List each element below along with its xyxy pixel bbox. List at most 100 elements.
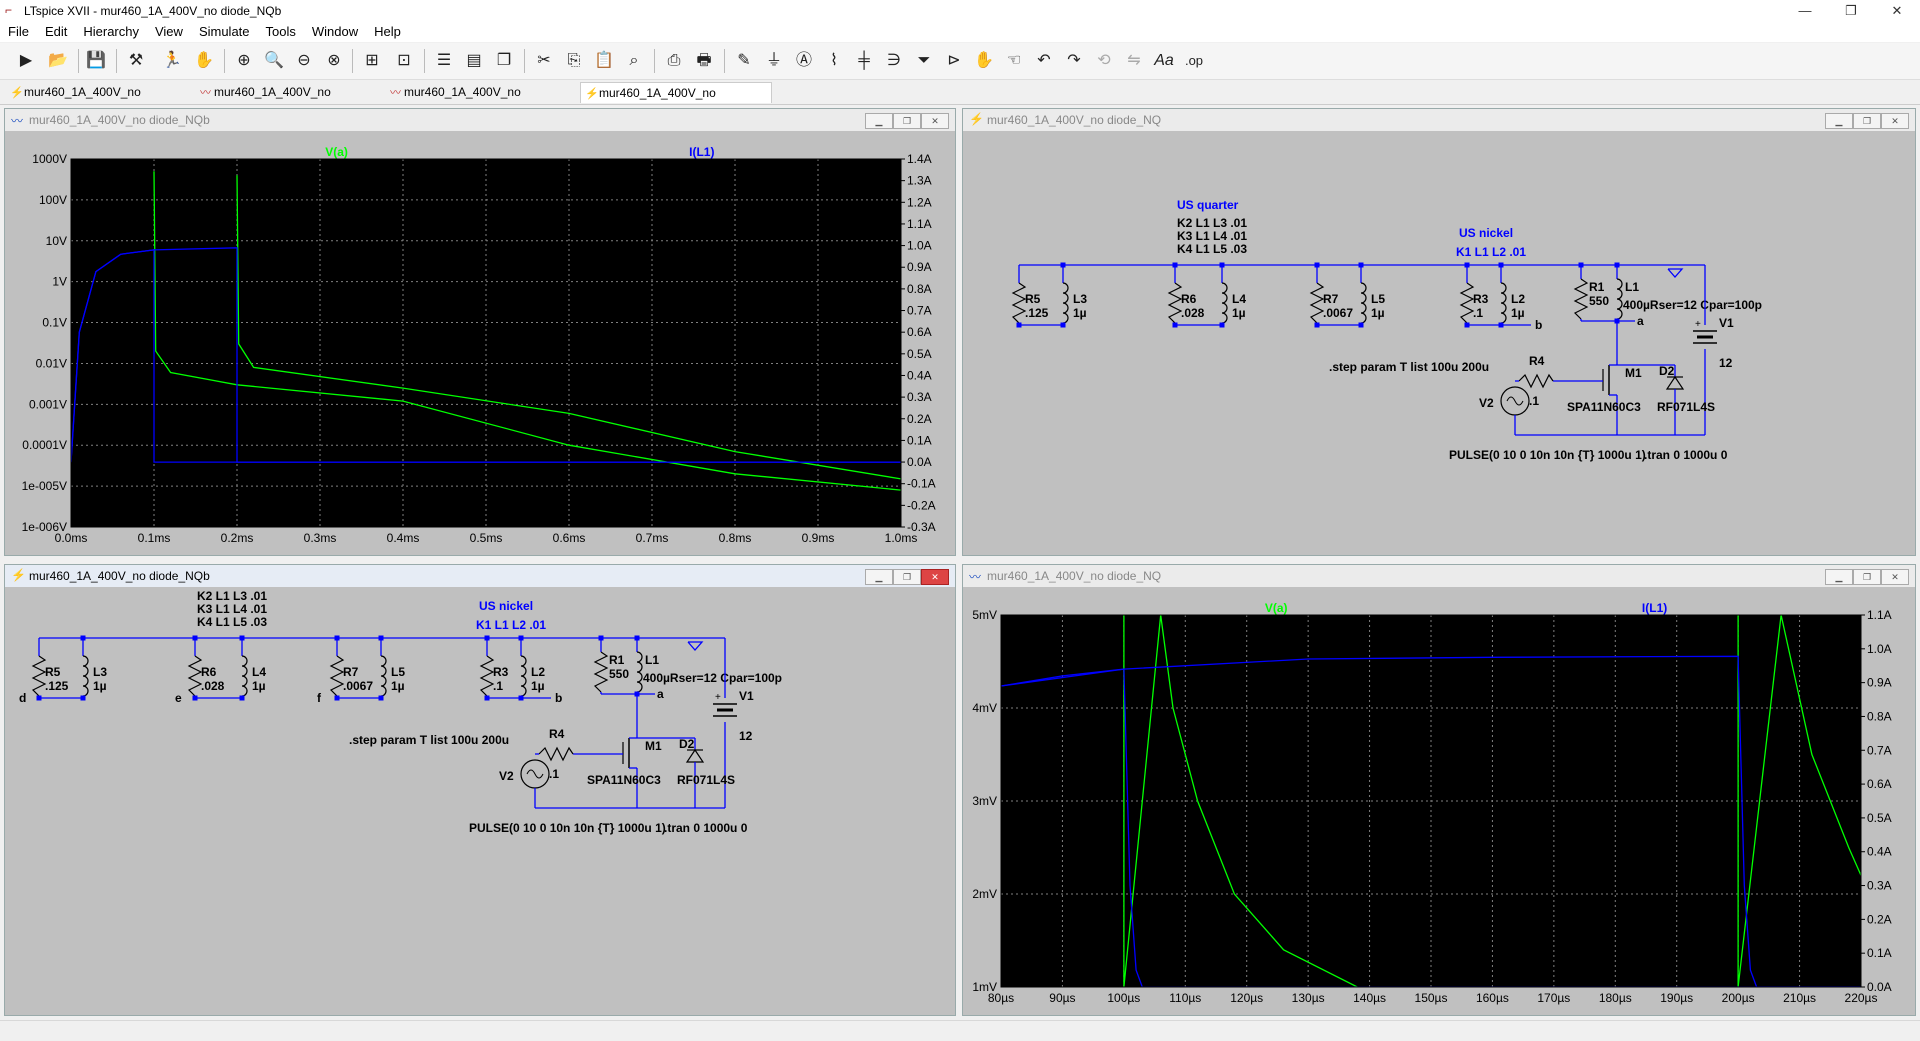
inductor-icon[interactable]: ∋	[882, 49, 906, 73]
window-caption: 〰 mur460_1A_400V_no diode_NQb ▁ ❐ ✕	[5, 109, 955, 131]
window-close-button[interactable]: ✕	[1881, 113, 1909, 129]
waveform-plot-area[interactable]: 0.0ms 0.1ms 0.2ms 0.3ms 0.4ms 0.5ms 0.6ms 0.7ms…	[9, 133, 953, 553]
inductor-value: 1µ	[1371, 306, 1385, 320]
print-setup-icon[interactable]: 🖶	[692, 49, 716, 73]
window-minimize-button[interactable]: ▁	[1825, 113, 1853, 129]
undo-icon[interactable]: ↶	[1032, 49, 1056, 73]
diode-icon[interactable]: ⏷	[912, 49, 936, 73]
inductor-value: 400µRser=12 Cpar=100p	[1623, 298, 1762, 312]
rotate-icon[interactable]: ⟲	[1092, 49, 1116, 73]
copy-icon[interactable]: ⎘	[562, 49, 586, 73]
menu-edit[interactable]: Edit	[37, 22, 75, 39]
schematic-drawing-2[interactable]: US quarterK2 L1 L3 .01K3 L1 L4 .01K4 L1 …	[9, 589, 953, 1013]
open-schematic-icon[interactable]: ▶	[14, 49, 38, 73]
right-tick-label: 0.8A	[907, 282, 932, 296]
right-tick-label: -0.3A	[907, 520, 936, 534]
inductor-label: L2	[1511, 292, 1525, 306]
window-restore-button[interactable]: ❐	[893, 113, 921, 129]
menu-simulate[interactable]: Simulate	[191, 22, 258, 39]
tab-waveform-nq[interactable]: 〰mur460_1A_400V_no diode_NQ	[196, 82, 386, 120]
window-minimize-button[interactable]: ▁	[1825, 569, 1853, 585]
inductor-label: L1	[1625, 280, 1639, 294]
menu-file[interactable]: File	[0, 22, 37, 39]
schematic-canvas[interactable]: US quarterK2 L1 L3 .01K3 L1 L4 .01K4 L1 …	[967, 133, 1911, 551]
diode-label: D2	[679, 737, 695, 751]
inductor-L4	[1221, 282, 1228, 324]
schematic-icon: ⚡	[10, 87, 24, 99]
minimize-button[interactable]: —	[1782, 0, 1828, 22]
run-icon[interactable]: 🏃	[160, 49, 184, 73]
move-icon[interactable]: ✋	[972, 49, 996, 73]
save-icon[interactable]: 💾	[84, 49, 108, 73]
waveform-plot-area[interactable]: 80µs 90µs 100µs 110µs 120µs 130µs 140µs 150µs 16…	[967, 589, 1913, 1013]
directive-k1: K1 L1 L2 .01	[476, 618, 546, 632]
waveform-plot-1[interactable]: 0.0ms 0.1ms 0.2ms 0.3ms 0.4ms 0.5ms 0.6ms 0.7ms…	[9, 133, 953, 553]
window-close-button[interactable]: ✕	[921, 113, 949, 129]
inductor-value: 1µ	[1073, 306, 1087, 320]
sine-glyph	[1506, 396, 1524, 406]
window-restore-button[interactable]: ❐	[1853, 569, 1881, 585]
open-file-icon[interactable]: 📂	[46, 49, 70, 73]
inductor-label: L4	[252, 665, 266, 679]
window-restore-button[interactable]: ❐	[1853, 113, 1881, 129]
menu-view[interactable]: View	[147, 22, 191, 39]
tile-horizontal-icon[interactable]: ▤	[462, 49, 486, 73]
window-restore-button[interactable]: ❐	[893, 569, 921, 585]
window-close-button[interactable]: ✕	[921, 569, 949, 585]
draw-wire-icon[interactable]: ✎	[732, 49, 756, 73]
redo-icon[interactable]: ↷	[1062, 49, 1086, 73]
waveform-plot-2[interactable]: 80µs 90µs 100µs 110µs 120µs 130µs 140µs 150µs 16…	[967, 589, 1913, 1013]
resistor-icon[interactable]: ⌇	[822, 49, 846, 73]
mark-cursor-icon[interactable]: ⊡	[392, 49, 416, 73]
junction-dot	[1358, 322, 1364, 328]
tile-vertical-icon[interactable]: ☰	[432, 49, 456, 73]
menu-help[interactable]: Help	[366, 22, 409, 39]
find-icon[interactable]: ⌕	[622, 49, 646, 73]
close-button[interactable]: ✕	[1874, 0, 1920, 22]
cascade-icon[interactable]: ❐	[492, 49, 516, 73]
menu-window[interactable]: Window	[304, 22, 366, 39]
drag-icon[interactable]: ☜	[1002, 49, 1026, 73]
mirror-icon[interactable]: ⇋	[1122, 49, 1146, 73]
zoom-fit-icon[interactable]: ⊗	[322, 49, 346, 73]
schematic-drawing-1[interactable]: US quarter K2 L1 L3 .01K3 L1 L4 .01K4 L1 …	[967, 133, 1913, 553]
menu-tools[interactable]: Tools	[258, 22, 304, 39]
label-net-icon[interactable]: Ⓐ	[792, 49, 816, 73]
tab-waveform-nqb[interactable]: 〰mur460_1A_400V_no diode_NQb	[386, 82, 580, 120]
ground-icon[interactable]: ⏚	[762, 49, 786, 73]
control-panel-icon[interactable]: ⚒	[124, 49, 148, 73]
zoom-out-icon[interactable]: ⊖	[292, 49, 316, 73]
tab-schematic-nqb[interactable]: ⚡mur460_1A_400V_no diode_NQb	[580, 82, 772, 121]
inductor-value: 1µ	[391, 679, 405, 693]
left-tick-label: 1V	[52, 275, 67, 289]
capacitor-icon[interactable]: ╪	[852, 49, 876, 73]
inductor-L2	[1500, 282, 1507, 324]
window-close-button[interactable]: ✕	[1881, 569, 1909, 585]
window-minimize-button[interactable]: ▁	[865, 569, 893, 585]
legend-il1: I(L1)	[1642, 601, 1667, 615]
spice-directive-icon[interactable]: .op	[1182, 49, 1206, 73]
component-icon[interactable]: ⊳	[942, 49, 966, 73]
zoom-in-icon[interactable]: ⊕	[232, 49, 256, 73]
menu-bar: File Edit Hierarchy View Simulate Tools Window…	[0, 22, 1920, 42]
menu-hierarchy[interactable]: Hierarchy	[75, 22, 147, 39]
x-tick-label: 0.7ms	[636, 531, 669, 545]
window-minimize-button[interactable]: ▁	[865, 113, 893, 129]
junction-dot	[484, 695, 490, 701]
maximize-button[interactable]: ❐	[1828, 0, 1874, 22]
zoom-pan-icon[interactable]: 🔍	[262, 49, 286, 73]
net-label-d: d	[19, 691, 26, 705]
resistor-value: .1	[493, 679, 503, 693]
print-icon[interactable]: ⎙	[662, 49, 686, 73]
halt-icon[interactable]: ✋	[192, 49, 216, 73]
left-tick-label: 2mV	[972, 887, 997, 901]
left-tick-label: 0.0001V	[22, 438, 67, 452]
schematic-canvas[interactable]: US quarterK2 L1 L3 .01K3 L1 L4 .01K4 L1 …	[9, 589, 951, 1011]
inductor-label: L2	[531, 665, 545, 679]
paste-icon[interactable]: 📋	[592, 49, 616, 73]
autorange-icon[interactable]: ⊞	[360, 49, 384, 73]
cut-icon[interactable]: ✂	[532, 49, 556, 73]
source-label-V2: V2	[499, 769, 514, 783]
tab-schematic-nq[interactable]: ⚡mur460_1A_400V_no diode_NQ	[6, 82, 196, 120]
text-icon[interactable]: Aa	[1152, 49, 1176, 73]
